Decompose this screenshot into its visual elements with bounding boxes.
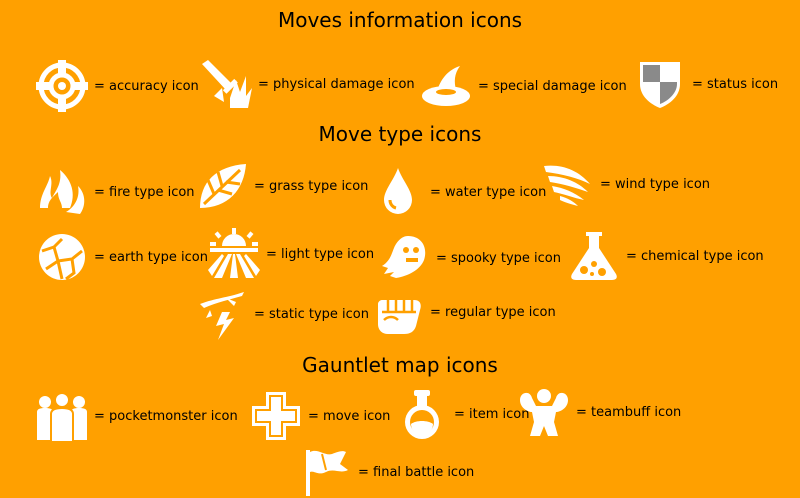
legend-label: = light type icon bbox=[266, 246, 375, 262]
accuracy-icon bbox=[36, 60, 88, 112]
legend-label: = move icon bbox=[308, 408, 391, 424]
legend-item-grass: = grass type icon bbox=[196, 160, 368, 212]
final-battle-icon bbox=[300, 446, 352, 498]
legend-label: = accuracy icon bbox=[94, 78, 199, 94]
grass-type-icon bbox=[196, 160, 248, 212]
legend-item-special-damage: = special damage icon bbox=[420, 60, 627, 112]
legend-item-physical-damage: = physical damage icon bbox=[200, 58, 415, 110]
spooky-type-icon bbox=[378, 232, 430, 284]
legend-label: = earth type icon bbox=[94, 249, 208, 265]
status-icon bbox=[634, 58, 686, 110]
legend-label: = special damage icon bbox=[478, 78, 627, 94]
legend-label: = teambuff icon bbox=[576, 404, 682, 420]
regular-type-icon bbox=[372, 286, 424, 338]
legend-label: = regular type icon bbox=[430, 304, 556, 320]
section-title-move-types: Move type icons bbox=[318, 122, 482, 146]
water-type-icon bbox=[372, 166, 424, 218]
move-icon bbox=[250, 390, 302, 442]
pocketmonster-icon bbox=[36, 390, 88, 442]
legend-item-static: = static type icon bbox=[196, 288, 369, 340]
legend-item-fire: = fire type icon bbox=[36, 166, 195, 218]
legend-item-move: = move icon bbox=[250, 390, 390, 442]
earth-type-icon bbox=[36, 231, 88, 283]
section-title-gauntlet: Gauntlet map icons bbox=[302, 353, 498, 377]
legend-label: = static type icon bbox=[254, 306, 369, 322]
legend-label: = pocketmonster icon bbox=[94, 408, 238, 424]
legend-label: = physical damage icon bbox=[258, 76, 415, 92]
legend-item-water: = water type icon bbox=[372, 166, 546, 218]
legend-label: = chemical type icon bbox=[626, 248, 764, 264]
legend-item-regular: = regular type icon bbox=[372, 286, 556, 338]
legend-label: = final battle icon bbox=[358, 464, 475, 480]
legend-item-chemical: = chemical type icon bbox=[568, 230, 764, 282]
legend-item-earth: = earth type icon bbox=[36, 231, 208, 283]
physical-damage-icon bbox=[200, 58, 252, 110]
legend-label: = wind type icon bbox=[600, 176, 711, 192]
legend-item-spooky: = spooky type icon bbox=[378, 232, 561, 284]
legend-item-item: = item icon bbox=[396, 388, 529, 440]
legend-label: = water type icon bbox=[430, 184, 547, 200]
legend-item-status: = status icon bbox=[634, 58, 778, 110]
legend-item-teambuff: = teambuff icon bbox=[518, 386, 681, 438]
chemical-type-icon bbox=[568, 230, 620, 282]
legend-label: = spooky type icon bbox=[436, 250, 561, 266]
legend-item-final-battle: = final battle icon bbox=[300, 446, 474, 498]
static-type-icon bbox=[196, 288, 248, 340]
legend-item-pocketmonster: = pocketmonster icon bbox=[36, 390, 238, 442]
special-damage-icon bbox=[420, 60, 472, 112]
legend-item-wind: = wind type icon bbox=[542, 158, 710, 210]
light-type-icon bbox=[208, 228, 260, 280]
item-icon bbox=[396, 388, 448, 440]
legend-item-light: = light type icon bbox=[208, 228, 374, 280]
fire-type-icon bbox=[36, 166, 88, 218]
teambuff-icon bbox=[518, 386, 570, 438]
legend-item-accuracy: = accuracy icon bbox=[36, 60, 199, 112]
section-title-moves-info: Moves information icons bbox=[277, 8, 523, 32]
legend-label: = status icon bbox=[692, 76, 779, 92]
wind-type-icon bbox=[542, 158, 594, 210]
legend-label: = grass type icon bbox=[254, 178, 369, 194]
legend-label: = fire type icon bbox=[94, 184, 195, 200]
